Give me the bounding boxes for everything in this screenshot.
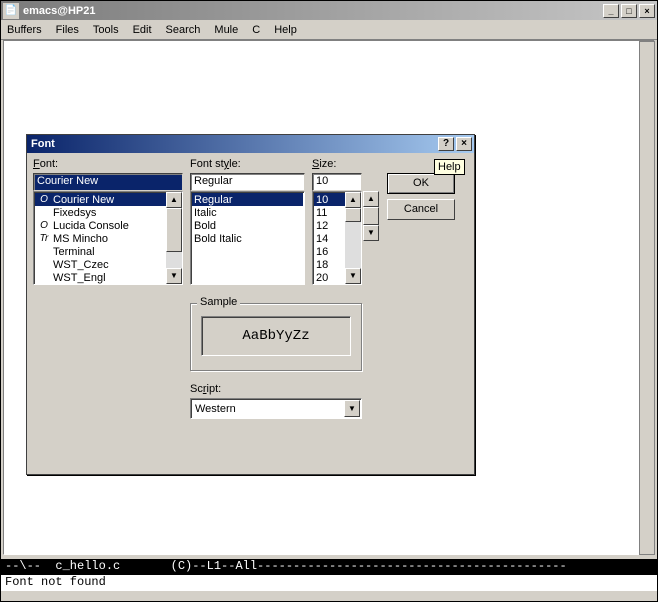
list-item[interactable]: WST_Engl xyxy=(35,271,181,284)
font-label: Font: xyxy=(33,158,58,170)
list-item[interactable]: TrMS Mincho xyxy=(35,232,181,245)
list-item-label: WST_Czec xyxy=(53,259,109,271)
list-item-label: WST_Engl xyxy=(53,272,106,284)
list-item-label: Courier New xyxy=(53,194,114,206)
list-item-label: Italic xyxy=(194,207,217,219)
size-input[interactable]: 10 xyxy=(312,173,362,191)
font-type-icon: O xyxy=(37,194,51,205)
scroll-down-icon[interactable]: ▼ xyxy=(363,225,379,241)
dialog-body: Font: Courier New OCourier NewFixedsysOL… xyxy=(27,153,474,474)
sample-groupbox: Sample AaBbYyZz xyxy=(190,303,362,371)
list-item[interactable]: Regular xyxy=(192,193,303,206)
size-list-scrollbar[interactable]: ▲ ▼ xyxy=(345,192,361,284)
list-item-label: 18 xyxy=(316,259,328,271)
list-item-label: 14 xyxy=(316,233,328,245)
scroll-down-icon[interactable]: ▼ xyxy=(166,268,182,284)
list-item-label: Terminal xyxy=(53,246,95,258)
scroll-thumb[interactable] xyxy=(363,207,379,225)
scroll-up-icon[interactable]: ▲ xyxy=(363,191,379,207)
menu-search[interactable]: Search xyxy=(166,24,201,36)
list-item-label: Bold xyxy=(194,220,216,232)
modeline: --\-- c_hello.c (C)--L1--All------------… xyxy=(1,559,657,575)
minibuffer: Font not found xyxy=(1,575,657,591)
main-titlebar[interactable]: 📄 emacs@HP21 _ □ × xyxy=(1,1,657,20)
size-listbox[interactable]: 10111214161820 ▲ ▼ xyxy=(312,191,362,285)
scroll-thumb[interactable] xyxy=(345,208,361,222)
script-value: Western xyxy=(195,403,236,415)
menu-edit[interactable]: Edit xyxy=(133,24,152,36)
menu-buffers[interactable]: Buffers xyxy=(7,24,42,36)
scroll-up-icon[interactable]: ▲ xyxy=(166,192,182,208)
size-label: Size: xyxy=(312,158,336,170)
list-item-label: 20 xyxy=(316,272,328,284)
list-item[interactable]: Fixedsys xyxy=(35,206,181,219)
font-type-icon: Tr xyxy=(37,233,51,244)
list-item-label: Lucida Console xyxy=(53,220,129,232)
list-item-label: Bold Italic xyxy=(194,233,242,245)
font-type-icon: O xyxy=(37,220,51,231)
list-item[interactable]: OCourier New xyxy=(35,193,181,206)
menubar: Buffers Files Tools Edit Search Mule C H… xyxy=(1,20,657,40)
scroll-down-icon[interactable]: ▼ xyxy=(345,268,361,284)
style-listbox[interactable]: RegularItalicBoldBold Italic xyxy=(190,191,305,285)
list-item[interactable]: Bold Italic xyxy=(192,232,303,245)
menu-help[interactable]: Help xyxy=(274,24,297,36)
list-item-label: Fixedsys xyxy=(53,207,96,219)
style-input[interactable]: Regular xyxy=(190,173,305,191)
menu-mule[interactable]: Mule xyxy=(214,24,238,36)
chevron-down-icon[interactable]: ▼ xyxy=(344,400,360,417)
list-item[interactable]: Italic xyxy=(192,206,303,219)
sample-preview: AaBbYyZz xyxy=(201,316,351,356)
list-item-label: MS Mincho xyxy=(53,233,108,245)
vertical-scrollbar[interactable] xyxy=(639,41,655,555)
font-listbox[interactable]: OCourier NewFixedsysOLucida ConsoleTrMS … xyxy=(33,191,183,285)
style-label: Font style: xyxy=(190,158,241,170)
list-item[interactable]: WST_Czec xyxy=(35,258,181,271)
size-outer-scroll[interactable]: ▲ ▼ xyxy=(363,191,379,241)
dialog-close-button[interactable]: × xyxy=(456,137,472,151)
list-item-label: 16 xyxy=(316,246,328,258)
ok-button[interactable]: OK xyxy=(387,173,455,194)
script-combobox[interactable]: Western ▼ xyxy=(190,398,362,419)
list-item[interactable]: OLucida Console xyxy=(35,219,181,232)
menu-tools[interactable]: Tools xyxy=(93,24,119,36)
minimize-button[interactable]: _ xyxy=(603,4,619,18)
menu-c[interactable]: C xyxy=(252,24,260,36)
app-icon: 📄 xyxy=(3,3,19,19)
dialog-titlebar[interactable]: Font ? × xyxy=(27,135,474,153)
dialog-help-button[interactable]: ? xyxy=(438,137,454,151)
font-dialog: Font ? × Font: Courier New OCourier NewF… xyxy=(26,134,475,475)
cancel-button[interactable]: Cancel xyxy=(387,199,455,220)
help-tooltip: Help xyxy=(434,159,465,175)
list-item-label: Regular xyxy=(194,194,233,206)
list-item-label: 12 xyxy=(316,220,328,232)
list-item-label: 10 xyxy=(316,194,328,206)
list-item[interactable]: Terminal xyxy=(35,245,181,258)
script-label: Script: xyxy=(190,383,221,395)
list-item[interactable]: Bold xyxy=(192,219,303,232)
list-item-label: 11 xyxy=(316,207,327,219)
font-list-scrollbar[interactable]: ▲ ▼ xyxy=(166,192,182,284)
main-title: emacs@HP21 xyxy=(23,5,601,17)
close-button[interactable]: × xyxy=(639,4,655,18)
scroll-up-icon[interactable]: ▲ xyxy=(345,192,361,208)
scroll-thumb[interactable] xyxy=(166,208,182,252)
sample-legend: Sample xyxy=(197,296,240,308)
dialog-title: Font xyxy=(29,138,436,150)
font-input[interactable]: Courier New xyxy=(33,173,183,191)
maximize-button[interactable]: □ xyxy=(621,4,637,18)
menu-files[interactable]: Files xyxy=(56,24,79,36)
